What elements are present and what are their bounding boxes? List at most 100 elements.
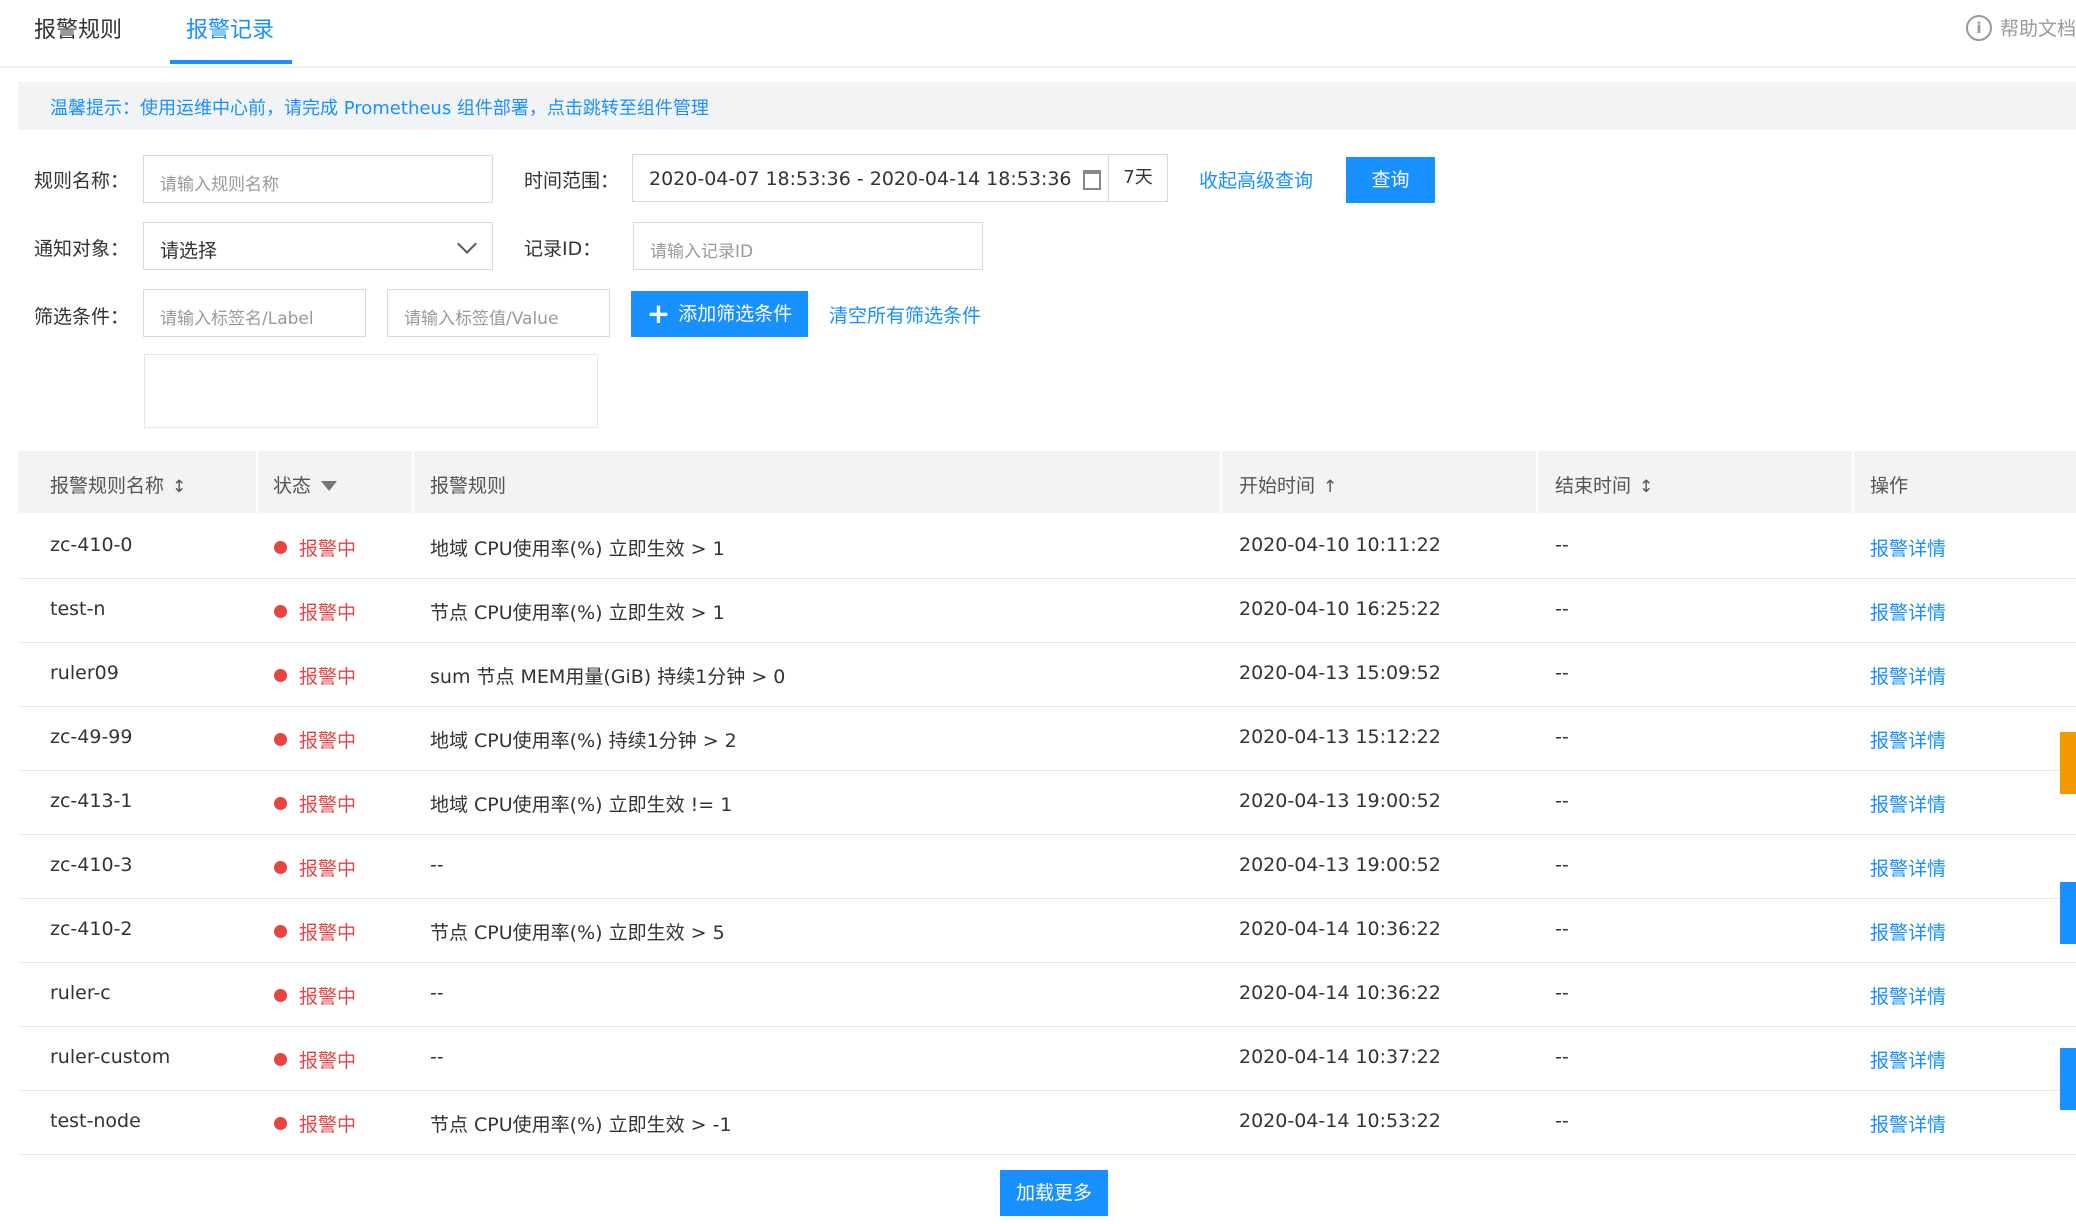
tab-alert-records[interactable]: 报警记录 — [186, 12, 274, 44]
sort-icon: ↕ — [172, 477, 187, 497]
table-row: zc-410-2 报警中 节点 CPU使用率(%) 立即生效 > 5 2020-… — [18, 898, 2076, 963]
alert-detail-link[interactable]: 报警详情 — [1870, 662, 1946, 689]
alert-detail-link[interactable]: 报警详情 — [1870, 790, 1946, 817]
record-id-input[interactable]: 请输入记录ID — [633, 222, 983, 270]
filter-value-input[interactable]: 请输入标签值/Value — [387, 289, 610, 337]
filter-label-input[interactable]: 请输入标签名/Label — [143, 289, 366, 337]
row-rule-name: zc-413-1 — [50, 790, 133, 812]
row-rule-name: test-n — [50, 598, 106, 620]
status-dot-icon — [274, 733, 287, 746]
table-row: test-node 报警中 节点 CPU使用率(%) 立即生效 > -1 202… — [18, 1090, 2076, 1155]
col-end-time[interactable]: 结束时间 ↕ — [1555, 471, 1653, 498]
alert-detail-link[interactable]: 报警详情 — [1870, 982, 1946, 1009]
row-rule-name: ruler-custom — [50, 1046, 171, 1068]
table-header: 报警规则名称 ↕ 状态 报警规则 开始时间 ↑ 结束时间 ↕ 操作 — [18, 451, 2076, 513]
tab-alert-rules[interactable]: 报警规则 — [34, 12, 122, 44]
time-range-label: 时间范围： — [524, 170, 620, 192]
alert-detail-link[interactable]: 报警详情 — [1870, 598, 1946, 625]
rule-name-placeholder: 请输入规则名称 — [160, 175, 279, 195]
col-rule-name[interactable]: 报警规则名称 ↕ — [50, 471, 186, 498]
status-badge: 报警中 — [274, 598, 356, 625]
side-help-tab[interactable] — [2060, 882, 2076, 944]
notice-text[interactable]: 温馨提示：使用运维中心前，请完成 Prometheus 组件部署，点击跳转至组件… — [50, 94, 709, 120]
filter-label: 筛选条件： — [34, 306, 130, 328]
col-start-time-label: 开始时间 — [1239, 475, 1316, 497]
alert-detail-link[interactable]: 报警详情 — [1870, 918, 1946, 945]
alert-detail-link[interactable]: 报警详情 — [1870, 1046, 1946, 1073]
col-end-time-label: 结束时间 — [1555, 475, 1632, 497]
row-rule: 地域 CPU使用率(%) 持续1分钟 > 2 — [430, 730, 737, 752]
alert-detail-link[interactable]: 报警详情 — [1870, 1110, 1946, 1137]
tab-bar: 报警规则 报警记录 i 帮助文档 — [0, 0, 2076, 68]
col-status-label: 状态 — [273, 475, 312, 497]
help-docs-label: 帮助文档 — [1999, 18, 2076, 40]
row-rule: 节点 CPU使用率(%) 立即生效 > -1 — [430, 1114, 732, 1136]
alert-detail-link[interactable]: 报警详情 — [1870, 726, 1946, 753]
row-rule: -- — [430, 982, 444, 1004]
time-range-picker[interactable]: 2020-04-07 18:53:36 - 2020-04-14 18:53:3… — [632, 154, 1109, 202]
column-divider — [256, 451, 258, 513]
status-dot-icon — [274, 797, 287, 810]
table-row: zc-413-1 报警中 地域 CPU使用率(%) 立即生效 != 1 2020… — [18, 770, 2076, 835]
collapse-advanced-query-link[interactable]: 收起高级查询 — [1199, 166, 1313, 193]
status-label: 报警中 — [299, 922, 357, 944]
sort-icon: ↕ — [1639, 477, 1654, 497]
calendar-icon — [1083, 170, 1101, 190]
row-start-time: 2020-04-13 19:00:52 — [1239, 854, 1441, 876]
notify-target-select[interactable]: 请选择 — [143, 222, 493, 270]
col-rule: 报警规则 — [430, 475, 507, 497]
row-start-time: 2020-04-13 15:12:22 — [1239, 726, 1441, 748]
column-divider — [1536, 451, 1538, 513]
add-filter-button[interactable]: + 添加筛选条件 — [631, 291, 808, 337]
filter-icon — [321, 481, 338, 491]
row-rule-name: zc-410-0 — [50, 534, 133, 556]
filter-value-placeholder: 请输入标签值/Value — [404, 309, 559, 329]
row-rule-name: ruler09 — [50, 662, 119, 684]
query-button[interactable]: 查询 — [1346, 157, 1435, 203]
alert-detail-link[interactable]: 报警详情 — [1870, 854, 1946, 881]
col-start-time[interactable]: 开始时间 ↑ — [1239, 471, 1337, 498]
record-id-label: 记录ID： — [524, 238, 602, 260]
rule-name-label: 规则名称： — [34, 170, 130, 192]
col-action: 操作 — [1870, 475, 1909, 497]
status-label: 报警中 — [299, 538, 357, 560]
clear-filters-link[interactable]: 清空所有筛选条件 — [829, 301, 981, 328]
status-label: 报警中 — [299, 730, 357, 752]
status-badge: 报警中 — [274, 982, 356, 1009]
status-label: 报警中 — [299, 1050, 357, 1072]
help-docs-link[interactable]: i 帮助文档 — [1965, 14, 2076, 41]
column-divider — [412, 451, 414, 513]
filter-tags-area[interactable] — [144, 354, 598, 428]
side-feedback-tab[interactable] — [2060, 732, 2076, 794]
row-rule-name: zc-49-99 — [50, 726, 133, 748]
row-rule: -- — [430, 1046, 444, 1068]
status-badge: 报警中 — [274, 1110, 356, 1137]
row-rule: 地域 CPU使用率(%) 立即生效 > 1 — [430, 538, 725, 560]
table-row: ruler09 报警中 sum 节点 MEM用量(GiB) 持续1分钟 > 0 … — [18, 642, 2076, 707]
record-id-placeholder: 请输入记录ID — [650, 242, 754, 262]
status-dot-icon — [274, 1117, 287, 1130]
status-dot-icon — [274, 541, 287, 554]
status-dot-icon — [274, 925, 287, 938]
active-tab-indicator — [170, 60, 292, 64]
load-more-button[interactable]: 加载更多 — [1000, 1170, 1108, 1216]
chevron-down-icon — [457, 234, 477, 254]
table-row: ruler-c 报警中 -- 2020-04-14 10:36:22 -- 报警… — [18, 962, 2076, 1027]
row-start-time: 2020-04-13 19:00:52 — [1239, 790, 1441, 812]
table-row: ruler-custom 报警中 -- 2020-04-14 10:37:22 … — [18, 1026, 2076, 1091]
table-row: zc-49-99 报警中 地域 CPU使用率(%) 持续1分钟 > 2 2020… — [18, 706, 2076, 771]
side-contact-tab[interactable] — [2060, 1048, 2076, 1110]
row-start-time: 2020-04-10 10:11:22 — [1239, 534, 1441, 556]
column-divider — [1852, 451, 1854, 513]
row-rule-name: test-node — [50, 1110, 141, 1132]
row-start-time: 2020-04-14 10:36:22 — [1239, 982, 1441, 1004]
notify-target-label: 通知对象： — [34, 238, 130, 260]
status-label: 报警中 — [299, 602, 357, 624]
time-preset-7days[interactable]: 7天 — [1108, 154, 1168, 202]
row-end-time: -- — [1555, 854, 1569, 876]
column-divider — [1220, 451, 1222, 513]
alert-detail-link[interactable]: 报警详情 — [1870, 534, 1946, 561]
rule-name-input[interactable]: 请输入规则名称 — [143, 155, 493, 203]
table-row: zc-410-0 报警中 地域 CPU使用率(%) 立即生效 > 1 2020-… — [18, 514, 2076, 579]
col-status[interactable]: 状态 — [273, 471, 338, 498]
